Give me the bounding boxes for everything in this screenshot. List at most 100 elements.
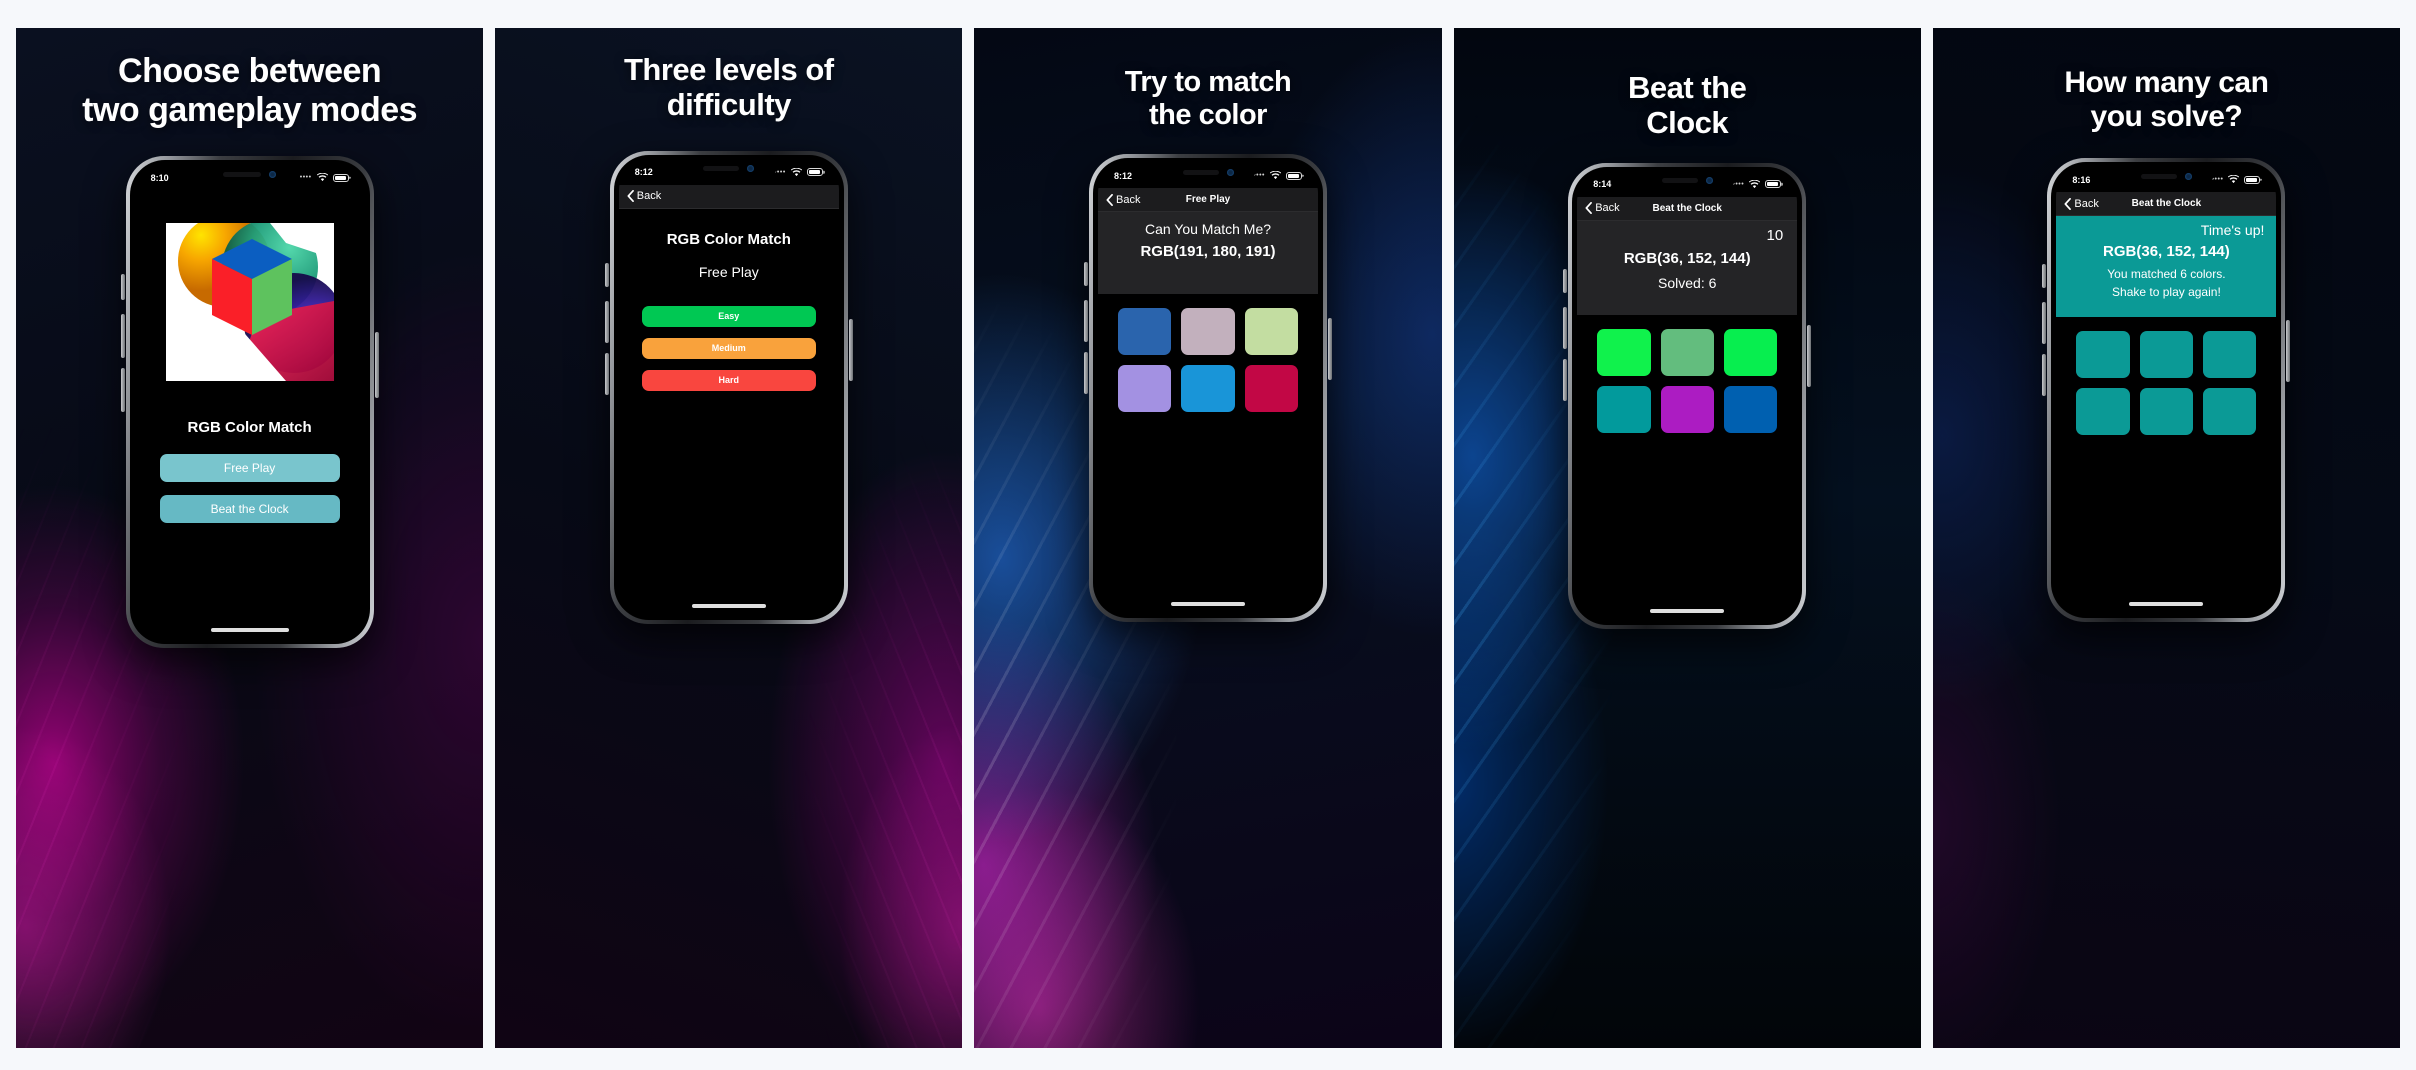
phone-screen-2: 8:12 •••• Back RGB Color Match Free Play…	[618, 159, 839, 615]
front-camera-icon	[1705, 177, 1713, 185]
notch	[678, 159, 779, 178]
back-button[interactable]: Back	[627, 190, 661, 203]
color-tile-4[interactable]	[2076, 388, 2130, 436]
color-tile-5[interactable]	[1660, 385, 1714, 433]
volume-up-button[interactable]	[120, 313, 125, 358]
silent-switch[interactable]	[2042, 264, 2047, 289]
color-tile-5[interactable]	[1181, 365, 1235, 413]
color-tile-2[interactable]	[2139, 331, 2194, 379]
headline-line-2: difficulty	[666, 87, 792, 123]
volume-down-button[interactable]	[1563, 358, 1568, 401]
easy-button[interactable]: Easy	[641, 305, 816, 327]
front-camera-icon	[1226, 168, 1234, 176]
home-indicator[interactable]	[1171, 602, 1245, 607]
promo-panel-1: Choose between two gameplay modes 8:10 •…	[16, 28, 484, 1048]
power-button[interactable]	[374, 331, 379, 398]
panel-5-headline: How many can you solve?	[1933, 66, 2400, 134]
status-time: 8:16	[2072, 174, 2091, 185]
battery-icon	[2244, 175, 2261, 184]
phone-mockup-1: 8:10 •••• RGB Color Match Free Play Beat…	[16, 155, 483, 648]
wifi-icon	[2228, 175, 2240, 184]
hard-button[interactable]: Hard	[641, 369, 816, 391]
nav-bar-5: Back Beat the Clock	[2056, 192, 2277, 217]
color-tile-grid-4	[1577, 315, 1797, 433]
phone-mockup-2: 8:12 •••• Back RGB Color Match Free Play…	[495, 150, 962, 624]
nav-title: Free Play	[1185, 194, 1231, 206]
wifi-icon	[316, 173, 328, 182]
notch	[1158, 163, 1258, 182]
nav-bar-2: Back	[618, 184, 839, 209]
color-tile-6[interactable]	[1244, 365, 1298, 413]
color-tile-6[interactable]	[1723, 385, 1778, 433]
hard-label: Hard	[718, 375, 740, 386]
headline-line-2: the color	[1149, 99, 1267, 132]
color-tile-3[interactable]	[2203, 331, 2257, 379]
nav-bar-4: Back Beat the Clock	[1577, 196, 1798, 221]
app-title: RGB Color Match	[666, 230, 791, 248]
front-camera-icon	[269, 170, 277, 178]
panel-4-headline: Beat the Clock	[1454, 70, 1921, 141]
color-tile-5[interactable]	[2139, 388, 2194, 436]
target-rgb-value: RGB(36, 152, 144)	[1623, 249, 1751, 267]
battery-icon	[1286, 171, 1302, 180]
color-tile-4[interactable]	[1597, 385, 1651, 433]
color-tile-grid-3	[1098, 294, 1318, 413]
phone-mockup-4: 8:14 •••• Back Beat the Clock 10 RGB(36,…	[1454, 162, 1921, 629]
power-button[interactable]	[2286, 320, 2291, 383]
status-time: 8:10	[150, 172, 169, 183]
chevron-left-icon	[627, 190, 634, 203]
headline-line-2: Clock	[1646, 105, 1729, 141]
phone-screen-4: 8:14 •••• Back Beat the Clock 10 RGB(36,…	[1577, 171, 1798, 620]
power-button[interactable]	[1328, 318, 1332, 381]
phone-screen-3: 8:12 •••• Back Free Play Can You Match M…	[1098, 163, 1318, 614]
medium-button[interactable]: Medium	[641, 337, 816, 359]
volume-down-button[interactable]	[2042, 354, 2047, 397]
speaker-grille	[2140, 173, 2177, 179]
color-tile-3[interactable]	[1244, 308, 1298, 356]
volume-up-button[interactable]	[1084, 300, 1088, 343]
silent-switch[interactable]	[1084, 262, 1088, 287]
color-tile-1[interactable]	[2076, 331, 2130, 379]
volume-down-button[interactable]	[1084, 352, 1088, 395]
color-tile-1[interactable]	[1118, 308, 1172, 356]
notch	[2116, 167, 2217, 186]
beat-the-clock-button[interactable]: Beat the Clock	[159, 494, 340, 523]
free-play-button[interactable]: Free Play	[159, 453, 340, 482]
times-up-label: Time's up!	[2200, 222, 2265, 239]
color-tile-4[interactable]	[1118, 365, 1172, 413]
headline-line-1: Three levels of	[624, 52, 834, 87]
home-indicator[interactable]	[1650, 608, 1725, 613]
home-indicator[interactable]	[691, 603, 766, 608]
volume-down-button[interactable]	[120, 367, 125, 412]
wifi-icon	[1749, 179, 1761, 189]
power-button[interactable]	[848, 318, 853, 381]
color-tile-2[interactable]	[1660, 328, 1714, 376]
target-rgb-value: RGB(36, 152, 144)	[2103, 243, 2230, 261]
result-line-1: You matched 6 colors.	[2107, 267, 2226, 282]
home-indicator[interactable]	[210, 627, 289, 632]
status-time: 8:12	[1114, 170, 1133, 181]
headline-line-1: Try to match	[1124, 66, 1292, 98]
home-indicator[interactable]	[2129, 602, 2204, 607]
speaker-grille	[703, 166, 740, 172]
panel-1-headline: Choose between two gameplay modes	[16, 52, 483, 130]
screenshot-gallery: Choose between two gameplay modes 8:10 •…	[0, 0, 2416, 1070]
color-tile-3[interactable]	[1723, 328, 1778, 376]
volume-up-button[interactable]	[1563, 306, 1568, 349]
silent-switch[interactable]	[120, 273, 125, 300]
volume-up-button[interactable]	[2042, 302, 2047, 345]
status-time: 8:14	[1593, 179, 1612, 190]
power-button[interactable]	[1807, 324, 1812, 387]
target-rgb-value: RGB(191, 180, 191)	[1140, 243, 1276, 261]
silent-switch[interactable]	[604, 262, 609, 287]
color-tile-2[interactable]	[1181, 308, 1235, 356]
volume-up-button[interactable]	[604, 300, 609, 343]
volume-down-button[interactable]	[604, 352, 609, 395]
silent-switch[interactable]	[1563, 268, 1568, 293]
status-time: 8:12	[634, 167, 653, 178]
headline-line-1: How many can	[2064, 66, 2269, 99]
color-tile-6[interactable]	[2203, 388, 2257, 436]
free-play-label: Free Play	[223, 460, 276, 475]
phone-screen-1: 8:10 •••• RGB Color Match Free Play Beat…	[134, 164, 365, 639]
color-tile-1[interactable]	[1597, 328, 1651, 376]
